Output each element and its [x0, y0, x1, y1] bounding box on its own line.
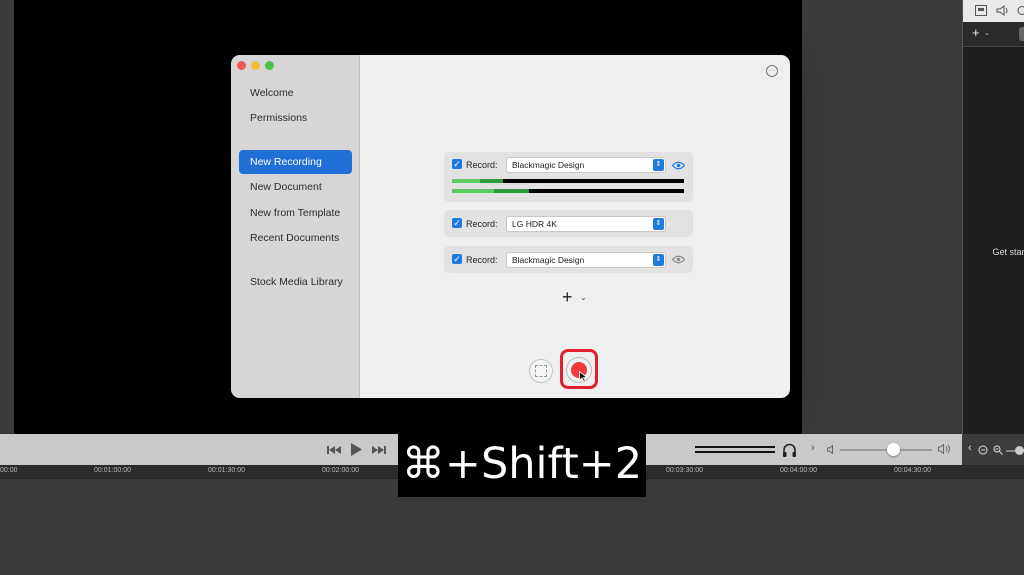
- volume-slider-thumb[interactable]: [887, 443, 901, 456]
- editor-gap: [802, 0, 962, 434]
- source-row-camera: ✓ Record: Blackmagic Design ⇕: [444, 152, 693, 202]
- sidebar-item-new-from-template[interactable]: New from Template: [250, 207, 340, 219]
- audio-level-bar: [695, 446, 775, 448]
- record-checkbox[interactable]: ✓: [452, 254, 462, 264]
- record-button[interactable]: [566, 357, 592, 383]
- play-icon[interactable]: [350, 442, 363, 457]
- chevron-left-icon[interactable]: ‹: [968, 442, 972, 454]
- audio-meter-left: [452, 179, 684, 183]
- audio-meter-peak: [494, 189, 529, 193]
- eye-icon[interactable]: [672, 161, 685, 170]
- chevron-down-icon[interactable]: ⌄: [580, 293, 587, 302]
- ruler-tick-label: 00:04:00:00: [780, 467, 817, 474]
- audio-meter-peak: [480, 179, 504, 183]
- zoom-out-icon[interactable]: [993, 445, 1003, 455]
- volume-high-icon: [938, 444, 950, 454]
- sidebar-item-stock-media-library[interactable]: Stock Media Library: [250, 276, 343, 288]
- rewind-icon[interactable]: [327, 445, 342, 455]
- shortcut-text: ⌘+Shift+2: [401, 439, 643, 489]
- select-arrows-icon: ⇕: [653, 159, 664, 171]
- zoom-controls: ‹: [962, 434, 1024, 465]
- audio-meter-right-level: [452, 189, 495, 193]
- device-select-value: LG HDR 4K: [512, 219, 557, 229]
- sidebar-item-welcome[interactable]: Welcome: [250, 87, 294, 99]
- ruler-tick-label: 00:01:30:00: [208, 467, 245, 474]
- headphones-icon[interactable]: [782, 443, 797, 457]
- close-window-button[interactable]: [237, 61, 246, 70]
- device-select-value: Blackmagic Design: [512, 160, 585, 170]
- zoom-window-button[interactable]: [265, 61, 274, 70]
- shortcut-overlay: ⌘+Shift+2: [398, 433, 646, 497]
- media-panel: + ⌄ Get started he: [962, 0, 1024, 434]
- more-options-icon[interactable]: ···: [766, 65, 778, 77]
- sidebar-item-permissions[interactable]: Permissions: [250, 112, 307, 124]
- media-panel-subbar: + ⌄: [963, 22, 1024, 47]
- chevron-right-icon[interactable]: ›: [811, 442, 815, 454]
- media-panel-toolbar: [963, 0, 1024, 22]
- media-view-toggle[interactable]: [1019, 27, 1024, 41]
- mouse-cursor-icon: [579, 371, 588, 383]
- sidebar-item-new-recording[interactable]: New Recording: [250, 156, 322, 168]
- device-select-value: Blackmagic Design: [512, 255, 585, 265]
- sidebar-item-recent-documents[interactable]: Recent Documents: [250, 232, 339, 244]
- media-icon[interactable]: [975, 5, 987, 16]
- add-media-icon[interactable]: +: [972, 25, 980, 40]
- minimize-window-button[interactable]: [251, 61, 260, 70]
- add-source-button[interactable]: +: [562, 287, 573, 308]
- zoom-slider[interactable]: [1006, 446, 1024, 455]
- fast-forward-icon[interactable]: [371, 445, 386, 455]
- select-arrows-icon: ⇕: [653, 254, 664, 266]
- source-row-display: ✓ Record: LG HDR 4K ⇕: [444, 210, 693, 237]
- refresh-icon[interactable]: [1016, 5, 1024, 16]
- record-label: Record:: [466, 255, 498, 265]
- editor-left-edge: [0, 0, 14, 434]
- device-select[interactable]: Blackmagic Design ⇕: [506, 157, 666, 173]
- audio-meter-left-level: [452, 179, 481, 183]
- region-icon: [535, 365, 547, 377]
- select-arrows-icon: ⇕: [653, 218, 664, 230]
- get-started-hint: Get started he: [992, 247, 1024, 257]
- audio-meter-right: [452, 189, 684, 193]
- zoom-slider-thumb[interactable]: [1015, 446, 1024, 455]
- audio-level-bar: [695, 451, 775, 453]
- volume-low-icon: [827, 445, 833, 454]
- ruler-tick-label: 00:01:00:00: [94, 467, 131, 474]
- volume-slider[interactable]: [840, 443, 932, 456]
- sidebar-item-new-document[interactable]: New Document: [250, 181, 322, 193]
- record-checkbox[interactable]: ✓: [452, 218, 462, 228]
- device-select[interactable]: LG HDR 4K ⇕: [506, 216, 666, 232]
- eye-icon[interactable]: [672, 255, 685, 264]
- record-label: Record:: [466, 219, 498, 229]
- new-recording-dialog: Welcome Permissions New Recording New Do…: [231, 55, 790, 398]
- select-region-button[interactable]: [529, 359, 553, 383]
- dialog-sidebar: Welcome Permissions New Recording New Do…: [231, 55, 360, 398]
- ruler-tick-label: 00:04:30:00: [894, 467, 931, 474]
- ruler-tick-label: 00:00: [0, 467, 18, 474]
- record-label: Record:: [466, 160, 498, 170]
- ruler-tick-label: 00:03:30:00: [666, 467, 703, 474]
- device-select[interactable]: Blackmagic Design ⇕: [506, 252, 666, 268]
- source-row-audio: ✓ Record: Blackmagic Design ⇕: [444, 246, 693, 273]
- ruler-tick-label: 00:02:00:00: [322, 467, 359, 474]
- audio-icon[interactable]: [996, 5, 1008, 16]
- zoom-fit-icon[interactable]: [978, 445, 988, 455]
- record-checkbox[interactable]: ✓: [452, 159, 462, 169]
- chevron-down-icon[interactable]: ⌄: [984, 29, 990, 37]
